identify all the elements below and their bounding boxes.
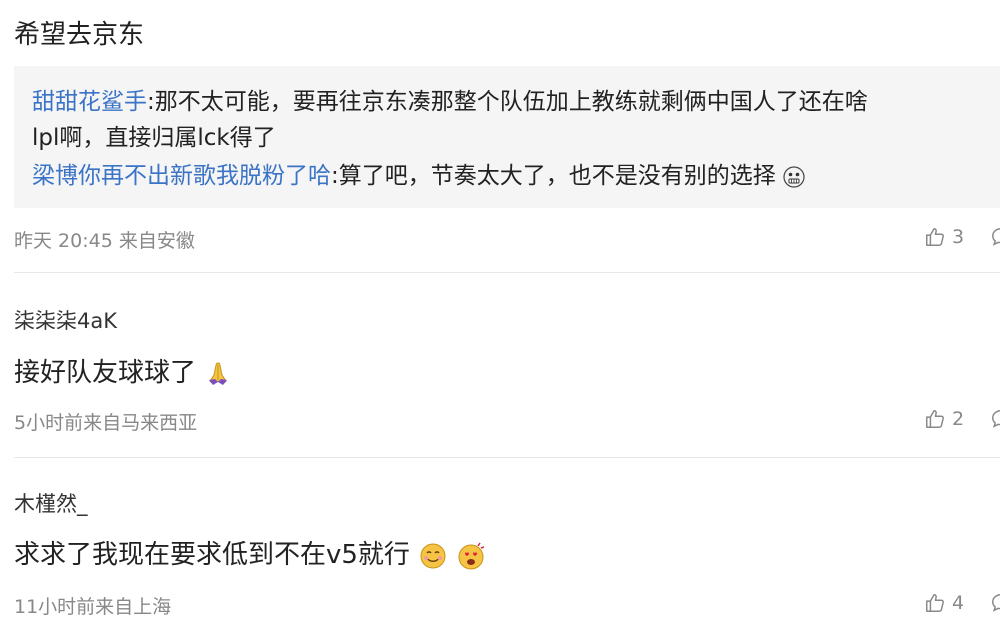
thumbs-up-icon xyxy=(926,410,944,428)
like-button[interactable]: 2 xyxy=(924,406,964,432)
reply-line: 梁博你再不出新歌我脱粉了哈:算了吧，节奏太大了，也不是没有别的选择 xyxy=(32,156,805,190)
praying-hands-emoji-icon xyxy=(209,361,228,385)
comment-meta-row: 昨天 20:45 来自安徽 3 xyxy=(14,222,1000,252)
reply-text: :算了吧，节奏太大了，也不是没有别的选择 xyxy=(331,163,776,189)
like-button[interactable]: 4 xyxy=(924,590,964,616)
reply-username[interactable]: 梁博你再不出新歌我脱粉了哈 xyxy=(32,163,331,189)
reply-text-continued: lpl啊，直接归属lck得了 xyxy=(32,125,276,151)
reply-text: :那不太可能，要再往京东凑那整个队伍加上教练就剩俩中国人了还在啥 xyxy=(147,89,868,115)
like-count: 2 xyxy=(952,408,965,430)
divider xyxy=(14,457,1000,458)
divider xyxy=(14,272,1000,273)
comment-meta-row: 11小时前来自上海 4 xyxy=(14,588,1000,618)
reply-username[interactable]: 甜甜花鲨手 xyxy=(32,89,147,115)
like-button[interactable]: 3 xyxy=(924,224,964,250)
comment-meta: 昨天 20:45 来自安徽 xyxy=(14,230,195,252)
thumbs-up-icon xyxy=(926,228,944,246)
comment-username[interactable]: 柒柒柒4aK xyxy=(14,305,117,335)
reply-line-continued: lpl啊，直接归属lck得了 xyxy=(32,118,276,152)
heart-eyes-emoji-icon xyxy=(458,542,485,569)
comment-meta-row: 5小时前来自马来西亚 2 xyxy=(14,404,1000,434)
like-count: 3 xyxy=(952,226,965,248)
reply-box[interactable]: 甜甜花鲨手:那不太可能，要再往京东凑那整个队伍加上教练就剩俩中国人了还在啥 lp… xyxy=(14,66,1000,208)
comment-bubble-icon[interactable] xyxy=(990,226,1000,248)
comment-text: 希望去京东 xyxy=(14,20,145,50)
grimace-emoji-icon xyxy=(783,165,805,188)
comment-text: 求求了我现在要求低到不在v5就行 xyxy=(14,534,486,571)
comment-bubble-icon[interactable] xyxy=(990,408,1000,430)
comment-meta: 5小时前来自马来西亚 xyxy=(14,412,198,434)
reply-line: 甜甜花鲨手:那不太可能，要再往京东凑那整个队伍加上教练就剩俩中国人了还在啥 xyxy=(32,82,868,116)
comment-text: 接好队友球球了 xyxy=(14,352,232,389)
smiling-tears-emoji-icon xyxy=(420,543,446,568)
comment-username[interactable]: 木槿然_ xyxy=(14,488,88,518)
comment-meta: 11小时前来自上海 xyxy=(14,596,172,618)
